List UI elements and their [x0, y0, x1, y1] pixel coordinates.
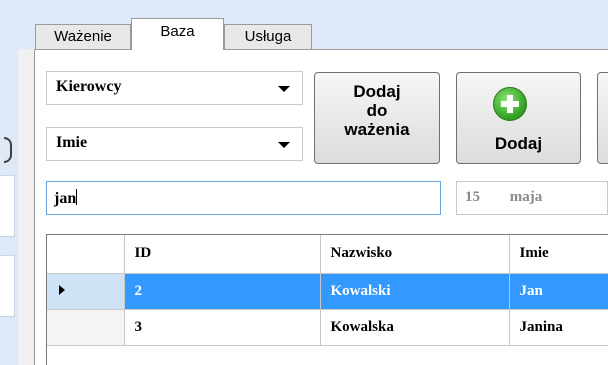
parent-window-field — [0, 175, 15, 237]
table-row[interactable]: 3 Kowalska Janina — [47, 309, 608, 346]
next-toolbar-button[interactable] — [597, 72, 608, 164]
add-button-label: Dodaj — [494, 134, 543, 153]
cell-nazwisko[interactable]: Kowalski — [320, 273, 510, 310]
add-to-weighing-label-line3: ważenia — [344, 120, 410, 139]
column-header-imie[interactable]: Imie — [509, 235, 608, 274]
tab-usluga[interactable]: Usługa — [224, 24, 312, 49]
field-select-value: Imie — [56, 134, 88, 151]
table-select-value: Kierowcy — [56, 78, 122, 95]
data-grid[interactable]: ID Nazwisko Imie 2 Kowalski Jan 3 Kowals… — [46, 234, 608, 365]
cell-imie[interactable]: Jan — [509, 273, 608, 310]
date-day: 15 — [465, 189, 480, 205]
field-select[interactable]: Imie — [46, 127, 303, 161]
add-to-weighing-label-line1: Dodaj — [353, 82, 401, 101]
current-row-arrow-icon — [59, 284, 65, 295]
row-selector[interactable] — [47, 273, 125, 310]
add-plus-icon — [493, 87, 527, 121]
column-header-id[interactable]: ID — [124, 235, 321, 274]
tab-baza[interactable]: Baza — [131, 18, 224, 50]
table-select[interactable]: Kierowcy — [46, 71, 303, 105]
grid-header-row: ID Nazwisko Imie — [47, 235, 608, 274]
row-selector[interactable] — [47, 309, 125, 346]
add-to-weighing-label-line2: do — [366, 101, 388, 120]
text-caret — [76, 189, 78, 205]
cell-imie[interactable]: Janina — [509, 309, 608, 346]
search-input-value: jan — [54, 190, 77, 207]
parent-window-glyph — [4, 137, 12, 163]
row-header-corner — [47, 235, 125, 274]
dropdown-arrow-icon[interactable] — [278, 142, 290, 148]
date-month: maja — [509, 189, 543, 205]
table-row[interactable]: 2 Kowalski Jan — [47, 273, 608, 310]
cell-nazwisko[interactable]: Kowalska — [320, 309, 510, 346]
cell-id[interactable]: 3 — [124, 309, 321, 346]
parent-window-field — [0, 255, 15, 317]
tab-wazenie[interactable]: Ważenie — [35, 24, 131, 49]
add-to-weighing-button[interactable]: Dodaj do ważenia — [314, 72, 440, 164]
cell-id[interactable]: 2 — [124, 273, 321, 310]
parent-window-edge — [0, 0, 18, 365]
date-field[interactable]: 15 maja — [456, 181, 608, 215]
add-button[interactable]: Dodaj — [456, 72, 581, 164]
dropdown-arrow-icon[interactable] — [278, 86, 290, 92]
search-input[interactable]: jan — [46, 181, 441, 215]
column-header-nazwisko[interactable]: Nazwisko — [320, 235, 510, 274]
